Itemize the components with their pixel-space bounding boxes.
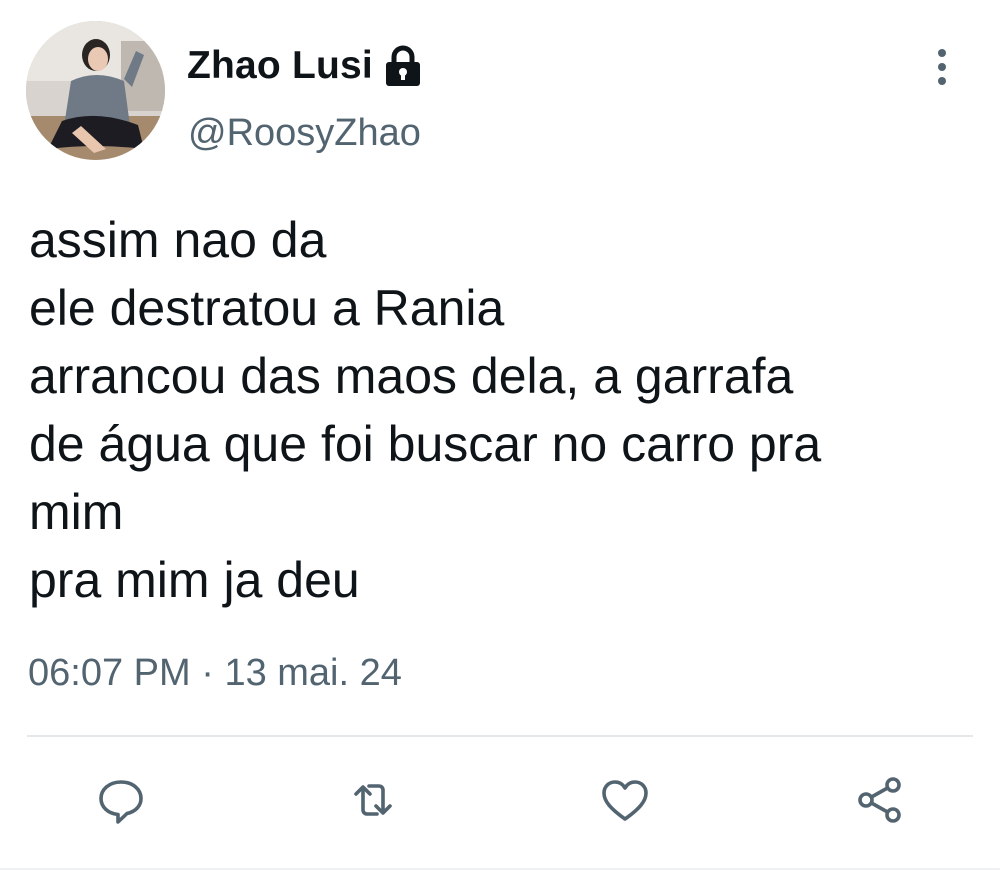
display-name[interactable]: Zhao Lusi <box>187 44 373 88</box>
retweet-button[interactable] <box>338 765 408 835</box>
action-bar <box>0 765 1000 835</box>
retweet-icon <box>354 784 392 816</box>
tweet-line: arrancou das maos dela, a garrafa <box>29 348 794 404</box>
comment-icon <box>99 780 143 824</box>
author-handle[interactable]: @RoosyZhao <box>188 112 421 155</box>
heart-icon <box>602 780 648 821</box>
tweet-line: pra mim ja deu <box>29 552 360 608</box>
avatar-photo <box>26 21 165 160</box>
tweet-card: Zhao Lusi @RoosyZhao assim nao da ele de… <box>0 0 1000 882</box>
avatar[interactable] <box>26 21 165 160</box>
bottom-divider <box>0 868 1000 870</box>
divider <box>27 735 973 737</box>
reply-button[interactable] <box>86 765 156 835</box>
share-icon <box>858 777 901 823</box>
author-name-row: Zhao Lusi <box>187 38 423 94</box>
tweet-line: mim <box>29 484 124 540</box>
tweet-line: de água que foi buscar no carro pra <box>29 416 822 472</box>
meta-separator: · <box>201 652 214 694</box>
like-button[interactable] <box>590 765 660 835</box>
tweet-timestamp[interactable]: 06:07 PM · 13 mai. 24 <box>28 652 402 695</box>
tweet-line: ele destratou a Rania <box>29 280 505 336</box>
tweet-text: assim nao da ele destratou a Rania arran… <box>29 206 979 614</box>
tweet-time: 06:07 PM <box>28 652 191 694</box>
tweet-line: assim nao da <box>29 212 327 268</box>
more-options-icon[interactable] <box>928 46 956 88</box>
tweet-date: 13 mai. 24 <box>224 652 402 694</box>
share-button[interactable] <box>845 765 915 835</box>
lock-icon <box>383 44 423 88</box>
